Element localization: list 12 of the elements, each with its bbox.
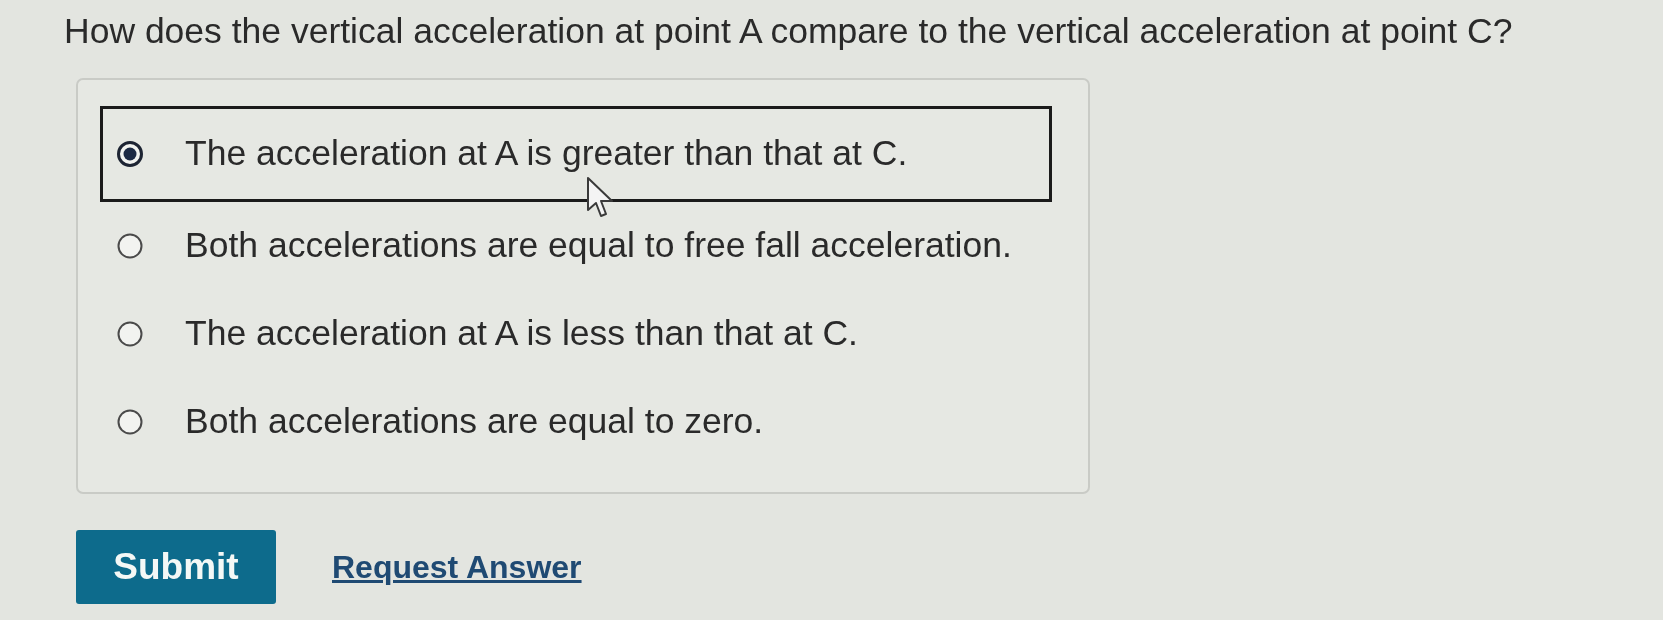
radio-icon[interactable]	[117, 409, 143, 435]
radio-selected-icon[interactable]	[117, 141, 143, 167]
radio-icon[interactable]	[117, 233, 143, 259]
answer-option[interactable]: The acceleration at A is greater than that at C.	[100, 106, 1052, 202]
answer-option[interactable]: Both accelerations are equal to zero.	[100, 378, 1052, 466]
pointer-cursor-icon	[586, 176, 614, 220]
request-answer-link[interactable]: Request Answer	[332, 543, 582, 591]
question-text: How does the vertical acceleration at point A compare to the vertical acceleration at point C?	[64, 10, 1514, 52]
answer-option[interactable]: Both accelerations are equal to free fall acceleration.	[100, 202, 1052, 290]
answer-option[interactable]: The acceleration at A is less than that at C.	[100, 290, 1052, 378]
radio-icon[interactable]	[117, 321, 143, 347]
submit-button[interactable]: Submit	[76, 530, 276, 604]
